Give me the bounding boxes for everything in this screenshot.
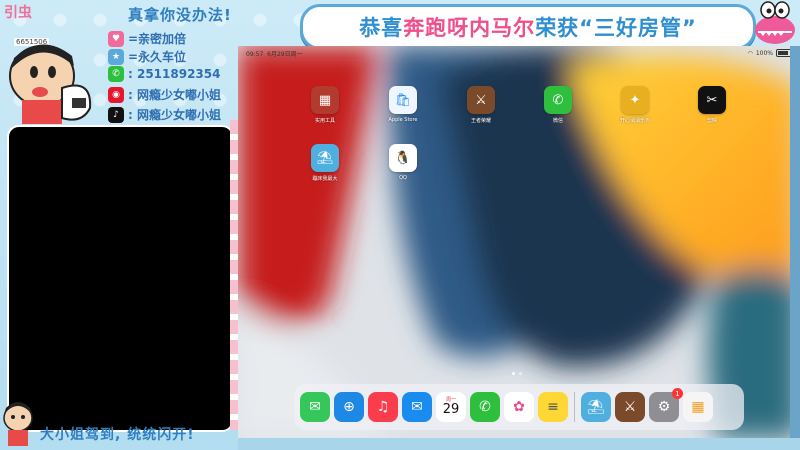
app-trampoline-game[interactable]: ⛱ 蹦床我最大	[300, 144, 350, 182]
dock-separator	[574, 392, 575, 422]
status-bar: 09:57 6月29日周一 ◠ 100%	[238, 46, 800, 60]
safari-icon[interactable]: ⊕	[334, 392, 364, 422]
game-honor-icon: ⚔	[467, 86, 495, 114]
app-label: 王者荣耀	[470, 118, 491, 124]
cartoon-character-icon	[9, 44, 92, 124]
info-row-text: =永久车位	[128, 50, 187, 64]
car-badge-icon: ★	[108, 48, 124, 65]
app-happy-match[interactable]: ✦ 开心消消乐®	[610, 86, 660, 124]
app-library-icon[interactable]: ▦	[683, 392, 713, 422]
messages-icon[interactable]: ✉	[300, 392, 330, 422]
app-honor-of-kings[interactable]: ⚔ 王者荣耀	[456, 86, 506, 124]
info-row-text: : 网瘾少女嘟小姐	[128, 108, 221, 122]
qq-icon: 🐧	[389, 144, 417, 172]
page-indicator[interactable]	[512, 372, 522, 375]
banner-text-3: 荣获“三好房管”	[535, 16, 697, 40]
info-row-text: : 2511892354	[128, 67, 221, 81]
dock: ✉ ⊕ ♫ ✉ 周一 29 ✆ ✿ ≡ ⛱ ⚔ ⚙ 1 ▦	[294, 384, 744, 430]
wechat-icon[interactable]: ✆	[470, 392, 500, 422]
banner-text-2: 奔跑呀内马尔	[403, 16, 536, 40]
wifi-icon: ◠	[747, 49, 753, 57]
notification-badge: 1	[672, 388, 683, 399]
info-row-intimacy: ♥ =亲密加倍	[108, 30, 186, 47]
app-label: 实用工具	[314, 118, 335, 124]
app-apple-store[interactable]: 🛍 Apple Store	[378, 86, 428, 123]
app-utilities-folder[interactable]: ▦ 实用工具	[300, 86, 350, 124]
app-capcut[interactable]: ✂ 剪映	[687, 86, 737, 124]
app-wechat[interactable]: ✆ 微信	[533, 86, 583, 124]
app-label: Apple Store	[388, 117, 418, 123]
info-row-tiktok: ♪ : 网瘾少女嘟小姐	[108, 106, 221, 123]
banner-text-1: 恭喜	[359, 16, 404, 40]
info-row-text: : 网瘾少女嘟小姐	[128, 88, 221, 102]
game-beach-icon: ⛱	[311, 144, 339, 172]
app-label: 微信	[552, 118, 563, 124]
capcut-icon: ✂	[698, 86, 726, 114]
decorative-strip	[230, 120, 238, 430]
info-row-wechat: ✆ : 2511892354	[108, 66, 220, 82]
info-row-weibo: ◉ : 网瘾少女嘟小姐	[108, 86, 221, 103]
app-qq[interactable]: 🐧 QQ	[378, 144, 428, 181]
battery-level: 100%	[755, 49, 773, 57]
bottom-border	[238, 438, 800, 450]
calendar-icon[interactable]: 周一 29	[436, 392, 466, 422]
camera-feed-area	[7, 125, 234, 432]
announcement-banner: 恭喜 奔跑呀内马尔 荣获“三好房管”	[300, 4, 756, 50]
wechat-icon: ✆	[108, 66, 124, 82]
info-row-parking: ★ =永久车位	[108, 48, 186, 65]
heart-badge-icon: ♥	[108, 30, 124, 47]
notes-icon[interactable]: ≡	[538, 392, 568, 422]
status-time: 09:57 6月29日周一	[246, 50, 303, 58]
bottom-caption: 大小姐驾到, 统统闪开!	[40, 427, 195, 443]
app-label: 开心消消乐®	[619, 118, 650, 124]
streamer-info-panel: 引虫 6651506 真拿你没办法! ♥ =亲密加倍 ★ =永久车位 ✆ : 2…	[0, 0, 238, 126]
info-row-text: =亲密加倍	[128, 32, 187, 46]
info-title: 真拿你没办法!	[128, 6, 232, 24]
game-match-icon: ✦	[621, 86, 649, 114]
settings-icon[interactable]: ⚙ 1	[649, 388, 683, 422]
tiktok-icon: ♪	[108, 106, 124, 123]
wechat-icon: ✆	[544, 86, 572, 114]
pink-crocodile-mascot-icon	[755, 1, 795, 44]
app-label: QQ	[399, 175, 407, 181]
apple-store-icon: 🛍	[389, 86, 417, 114]
cartoon-kid-icon	[3, 402, 33, 446]
folder-icon: ▦	[311, 86, 339, 114]
right-border	[790, 46, 800, 438]
ipad-screen: 09:57 6月29日周一 ◠ 100% ▦ 实用工具 🛍 Apple Stor…	[238, 46, 800, 438]
music-icon[interactable]: ♫	[368, 392, 398, 422]
weibo-icon: ◉	[108, 86, 124, 103]
game-beach-icon[interactable]: ⛱	[581, 392, 611, 422]
photos-icon[interactable]: ✿	[504, 392, 534, 422]
brand-logo: 引虫	[4, 5, 32, 21]
app-label: 蹦床我最大	[312, 176, 338, 182]
app-label: 剪映	[706, 118, 717, 124]
mail-icon[interactable]: ✉	[402, 392, 432, 422]
game-honor-icon[interactable]: ⚔	[615, 392, 645, 422]
